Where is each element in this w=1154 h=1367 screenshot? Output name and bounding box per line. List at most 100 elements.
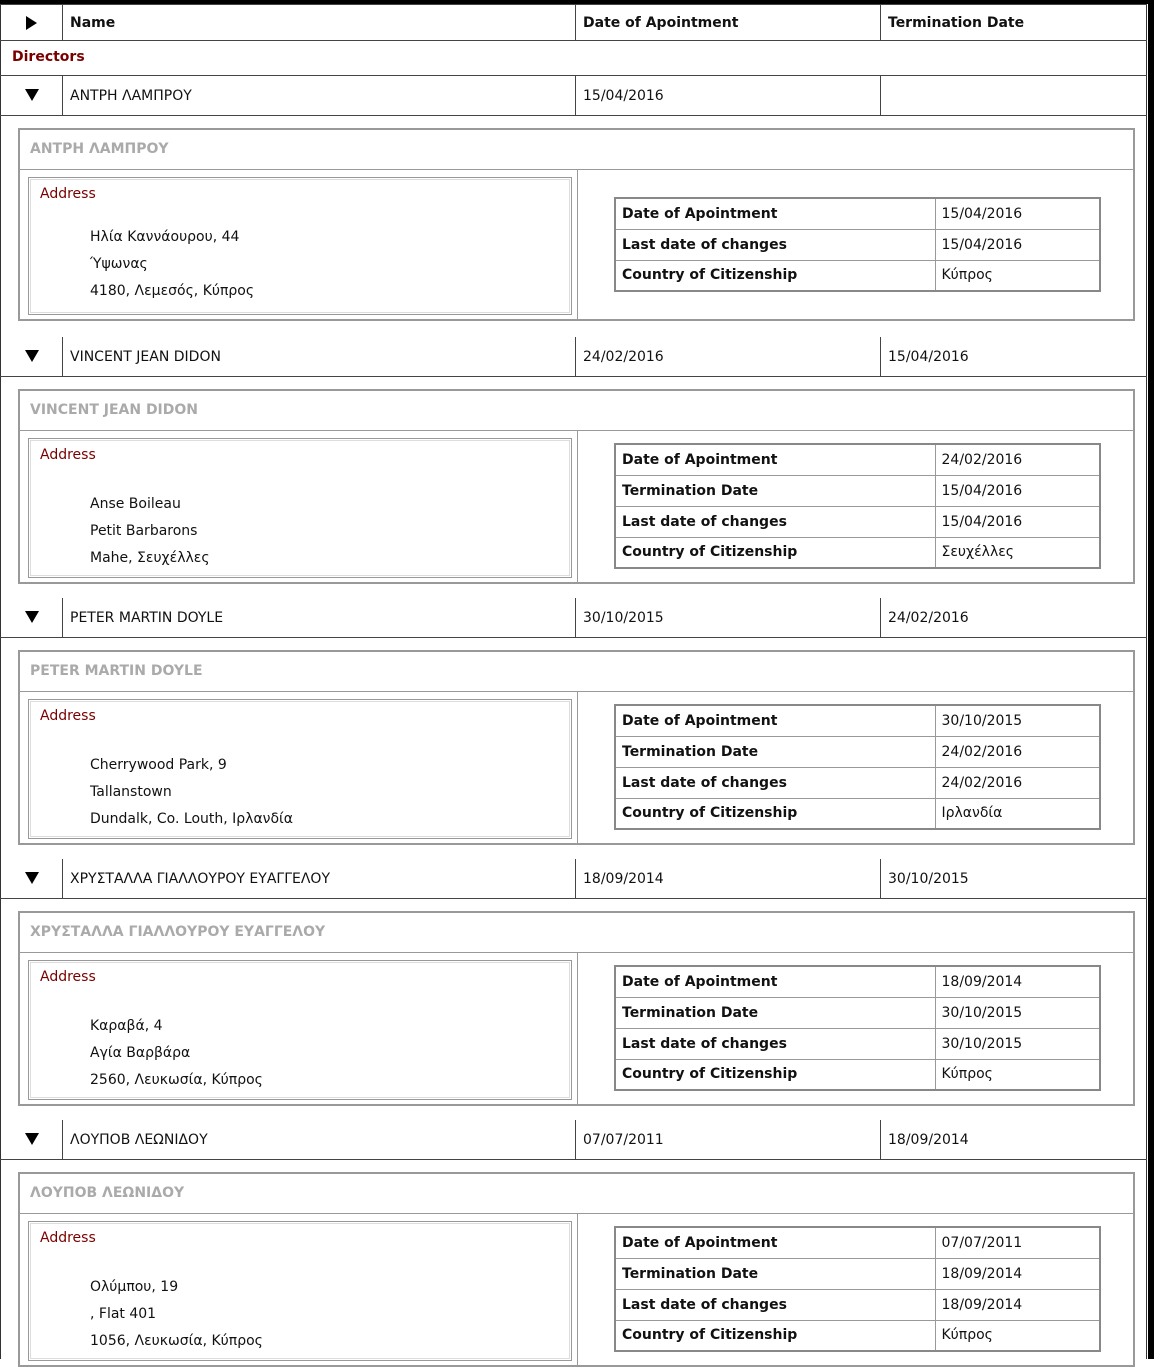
address-label: Address	[40, 186, 96, 202]
page-right-border	[1148, 0, 1154, 1359]
director-detail-panel: ΛΟΥΠΟΒ ΛΕΩΝΙΔΟΥ Address Ολύμπου, 19 , Flat …	[18, 1172, 1135, 1367]
directors-section-row: Directors	[0, 41, 1147, 76]
kv-label: Country of Citizenship	[614, 797, 936, 830]
kv-last-date-of-changes: Last date of changes 18/09/2014	[614, 1288, 1101, 1321]
director-info-table: Date of Apointment 30/10/2015 Termination …	[614, 704, 1101, 830]
address-box: Address Καραβά, 4 Αγία Βαρβάρα 2560, Λευκωσ…	[28, 960, 572, 1100]
director-row[interactable]: ΛΟΥΠΟΒ ΛΕΩΝΙΔΟΥ 07/07/2011 18/09/2014	[0, 1120, 1147, 1160]
address-line: Ηλία Καννάουρου, 44	[90, 229, 240, 245]
director-appointment-date: 15/04/2016	[583, 88, 664, 104]
director-row[interactable]: ΧΡΥΣΤΑΛΛΑ ΓΙΑΛΛΟΥΡΟΥ ΕΥΑΓΓΕΛΟΥ 18/09/2014…	[0, 859, 1147, 899]
kv-label: Last date of changes	[614, 766, 936, 799]
director-detail-panel: VINCENT JEAN DIDON Address Anse Boileau Pet…	[18, 389, 1135, 584]
address-line: 2560, Λευκωσία, Κύπρος	[90, 1072, 263, 1088]
address-line: , Flat 401	[90, 1306, 157, 1322]
director-detail-panel: PETER MARTIN DOYLE Address Cherrywood Park…	[18, 650, 1135, 845]
address-line: Cherrywood Park, 9	[90, 757, 227, 773]
kv-date-of-appointment: Date of Apointment 15/04/2016	[614, 197, 1101, 230]
address-line: Ύψωνας	[90, 256, 148, 272]
director-appointment-date: 24/02/2016	[583, 349, 664, 365]
address-line: Petit Barbarons	[90, 523, 198, 539]
kv-label: Country of Citizenship	[614, 536, 936, 569]
director-termination-date: 30/10/2015	[888, 871, 969, 887]
collapse-arrow-icon[interactable]	[25, 89, 39, 101]
kv-country-of-citizenship: Country of Citizenship Ιρλανδία	[614, 797, 1101, 830]
director-row[interactable]: VINCENT JEAN DIDON 24/02/2016 15/04/2016	[0, 337, 1147, 377]
kv-label: Date of Apointment	[614, 443, 936, 476]
address-line: Tallanstown	[90, 784, 172, 800]
kv-date-of-appointment: Date of Apointment 18/09/2014	[614, 965, 1101, 998]
kv-country-of-citizenship: Country of Citizenship Κύπρος	[614, 1319, 1101, 1352]
expand-all-arrow-icon[interactable]	[26, 16, 37, 30]
address-label: Address	[40, 708, 96, 724]
kv-termination-date: Termination Date 15/04/2016	[614, 474, 1101, 507]
kv-label: Termination Date	[614, 735, 936, 768]
address-box: Address Cherrywood Park, 9 Tallanstown Dund…	[28, 699, 572, 839]
detail-title: ΧΡΥΣΤΑΛΛΑ ΓΙΑΛΛΟΥΡΟΥ ΕΥΑΓΓΕΛΟΥ	[30, 924, 326, 940]
kv-last-date-of-changes: Last date of changes 24/02/2016	[614, 766, 1101, 799]
kv-value: 30/10/2015	[934, 1027, 1101, 1060]
kv-label: Country of Citizenship	[614, 1319, 936, 1352]
collapse-arrow-icon[interactable]	[25, 611, 39, 623]
kv-value: Ιρλανδία	[934, 797, 1101, 830]
director-row[interactable]: ΑΝΤΡΗ ΛΑΜΠΡΟΥ 15/04/2016	[0, 76, 1147, 116]
kv-value: 18/09/2014	[934, 1257, 1101, 1290]
kv-value: Σευχέλλες	[934, 536, 1101, 569]
header-name[interactable]: Name	[70, 15, 115, 31]
director-appointment-date: 07/07/2011	[583, 1132, 664, 1148]
detail-title: ΛΟΥΠΟΒ ΛΕΩΝΙΔΟΥ	[30, 1185, 185, 1201]
kv-label: Last date of changes	[614, 1288, 936, 1321]
address-line: Dundalk, Co. Louth, Ιρλανδία	[90, 811, 294, 827]
header-termination-date[interactable]: Termination Date	[888, 15, 1024, 31]
address-line: Anse Boileau	[90, 496, 181, 512]
director-detail-panel: ΧΡΥΣΤΑΛΛΑ ΓΙΑΛΛΟΥΡΟΥ ΕΥΑΓΓΕΛΟΥ Address Καρ…	[18, 911, 1135, 1106]
collapse-arrow-icon[interactable]	[25, 350, 39, 362]
kv-value: Κύπρος	[934, 259, 1101, 292]
kv-label: Last date of changes	[614, 1027, 936, 1060]
address-line: Mahe, Σευχέλλες	[90, 550, 210, 566]
director-info-table: Date of Apointment 18/09/2014 Termination …	[614, 965, 1101, 1091]
kv-label: Last date of changes	[614, 228, 936, 261]
kv-label: Country of Citizenship	[614, 1058, 936, 1091]
address-line: 4180, Λεμεσός, Κύπρος	[90, 283, 255, 299]
kv-label: Date of Apointment	[614, 704, 936, 737]
address-label: Address	[40, 1230, 96, 1246]
detail-title: PETER MARTIN DOYLE	[30, 663, 203, 679]
director-info-table: Date of Apointment 07/07/2011 Termination …	[614, 1226, 1101, 1352]
kv-label: Termination Date	[614, 474, 936, 507]
director-appointment-date: 18/09/2014	[583, 871, 664, 887]
kv-value: 15/04/2016	[934, 474, 1101, 507]
kv-value: 18/09/2014	[934, 1288, 1101, 1321]
kv-value: Κύπρος	[934, 1058, 1101, 1091]
kv-termination-date: Termination Date 30/10/2015	[614, 996, 1101, 1029]
kv-value: 24/02/2016	[934, 735, 1101, 768]
header-date-of-appointment[interactable]: Date of Apointment	[583, 15, 738, 31]
kv-value: 30/10/2015	[934, 996, 1101, 1029]
address-line: Αγία Βαρβάρα	[90, 1045, 191, 1061]
kv-date-of-appointment: Date of Apointment 24/02/2016	[614, 443, 1101, 476]
address-line: 1056, Λευκωσία, Κύπρος	[90, 1333, 263, 1349]
kv-value: 15/04/2016	[934, 505, 1101, 538]
collapse-arrow-icon[interactable]	[25, 1133, 39, 1145]
director-name: VINCENT JEAN DIDON	[70, 349, 221, 365]
kv-last-date-of-changes: Last date of changes 30/10/2015	[614, 1027, 1101, 1060]
address-box: Address Ολύμπου, 19 , Flat 401 1056, Λευκωσ…	[28, 1221, 572, 1361]
address-line: Ολύμπου, 19	[90, 1279, 179, 1295]
address-label: Address	[40, 969, 96, 985]
address-label: Address	[40, 447, 96, 463]
director-termination-date: 18/09/2014	[888, 1132, 969, 1148]
collapse-arrow-icon[interactable]	[25, 872, 39, 884]
director-name: ΧΡΥΣΤΑΛΛΑ ΓΙΑΛΛΟΥΡΟΥ ΕΥΑΓΓΕΛΟΥ	[70, 871, 331, 887]
director-info-table: Date of Apointment 15/04/2016 Last date of…	[614, 197, 1101, 292]
address-box: Address Ηλία Καννάουρου, 44 Ύψωνας 4180, Λε…	[28, 177, 572, 315]
director-row[interactable]: PETER MARTIN DOYLE 30/10/2015 24/02/2016	[0, 598, 1147, 638]
kv-country-of-citizenship: Country of Citizenship Σευχέλλες	[614, 536, 1101, 569]
kv-last-date-of-changes: Last date of changes 15/04/2016	[614, 505, 1101, 538]
address-box: Address Anse Boileau Petit Barbarons Mahe, …	[28, 438, 572, 578]
kv-value: 07/07/2011	[934, 1226, 1101, 1259]
director-info-table: Date of Apointment 24/02/2016 Termination …	[614, 443, 1101, 569]
director-termination-date: 15/04/2016	[888, 349, 969, 365]
kv-label: Last date of changes	[614, 505, 936, 538]
kv-value: 24/02/2016	[934, 443, 1101, 476]
director-termination-date: 24/02/2016	[888, 610, 969, 626]
